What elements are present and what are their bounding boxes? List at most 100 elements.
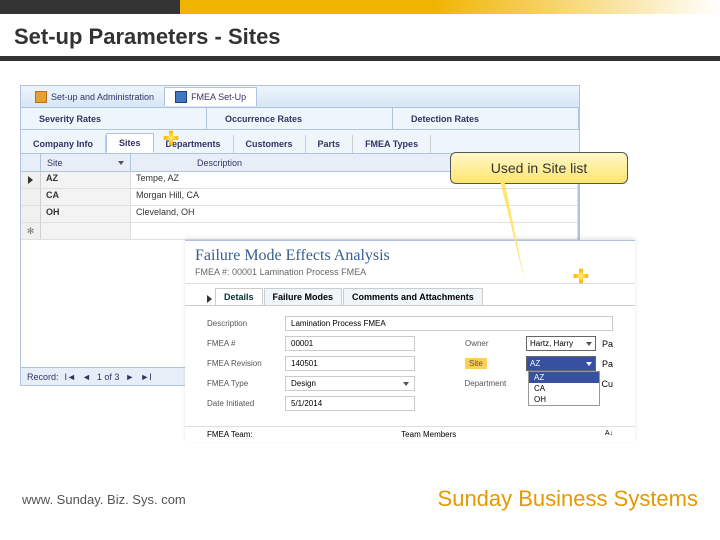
row-marker[interactable]	[21, 172, 41, 188]
cell-site-code[interactable]: AZ	[41, 172, 131, 188]
fmea-detail-window: Failure Mode Effects Analysis FMEA #: 00…	[185, 240, 635, 442]
tab-setup-admin[interactable]: Set-up and Administration	[25, 88, 164, 106]
highlight-sparkle-icon	[570, 265, 592, 287]
row-selector-header	[21, 154, 41, 171]
chevron-down-icon	[403, 382, 409, 386]
site-group: Site AZ Pa	[465, 356, 613, 371]
page-title: Set-up Parameters - Sites	[14, 24, 281, 50]
dept-label: Department	[464, 379, 519, 388]
site-dropdown-list[interactable]: AZ CA OH	[528, 371, 600, 406]
tab-detection[interactable]: Detection Rates	[393, 108, 579, 129]
dropdown-option[interactable]: OH	[529, 394, 599, 405]
type-label: FMEA Type	[207, 379, 277, 388]
pa-trimmed-label: Pa	[602, 339, 613, 349]
fmea-num-label: FMEA #	[207, 339, 277, 348]
cell-site-code[interactable]: OH	[41, 206, 131, 222]
title-underline	[0, 56, 720, 61]
revision-input[interactable]: 140501	[285, 356, 415, 371]
row-marker[interactable]	[21, 189, 41, 205]
slide-top-stripe	[0, 0, 720, 14]
cu-trimmed-label: Cu	[601, 379, 613, 389]
tab-company-info[interactable]: Company Info	[21, 135, 106, 153]
footer-brand: Sunday Business Systems	[438, 486, 698, 512]
details-panel: Description Lamination Process FMEA FMEA…	[185, 306, 635, 426]
site-select[interactable]: AZ	[526, 356, 596, 371]
owner-value: Hartz, Harry	[530, 339, 573, 348]
date-input[interactable]: 5/1/2014	[285, 396, 415, 411]
tab-failure-modes[interactable]: Failure Modes	[264, 288, 343, 305]
team-col-header: Team Members	[401, 430, 456, 439]
footer-url: www. Sunday. Biz. Sys. com	[22, 492, 186, 507]
field-row-number: FMEA # 00001 Owner Hartz, Harry Pa	[207, 336, 613, 351]
chevron-down-icon	[586, 362, 592, 366]
date-label: Date Initiated	[207, 399, 277, 408]
sort-az-icon[interactable]: A↓	[605, 430, 613, 439]
nav-prev-icon[interactable]: ◄	[82, 372, 91, 382]
col-description-label: Description	[197, 158, 242, 168]
col-site[interactable]: Site	[41, 154, 131, 171]
table-row-new[interactable]: ✻	[21, 223, 578, 240]
chevron-down-icon	[586, 342, 592, 346]
tab-severity[interactable]: Severity Rates	[21, 108, 207, 129]
nav-last-icon[interactable]: ►I	[140, 372, 151, 382]
site-label: Site	[465, 359, 520, 368]
callout-bubble: Used in Site list	[450, 152, 628, 184]
type-select[interactable]: Design	[285, 376, 415, 391]
setup-subtabs: Company Info Sites Departments Customers…	[21, 130, 579, 154]
owner-label: Owner	[465, 339, 520, 348]
current-row-icon	[28, 176, 33, 184]
tab-customers[interactable]: Customers	[234, 135, 306, 153]
type-value: Design	[291, 379, 316, 388]
tab-fmea-types[interactable]: FMEA Types	[353, 135, 431, 153]
fmea-icon	[175, 91, 187, 103]
admin-icon	[35, 91, 47, 103]
team-section: FMEA Team: Team Members A↓	[185, 426, 635, 442]
fmea-tabs: Details Failure Modes Comments and Attac…	[185, 284, 635, 306]
fmea-subtitle: FMEA #: 00001 Lamination Process FMEA	[185, 267, 635, 284]
cell-site-desc-empty[interactable]	[131, 223, 578, 239]
tab-parts[interactable]: Parts	[306, 135, 354, 153]
tab-details[interactable]: Details	[215, 288, 263, 305]
record-label: Record:	[27, 372, 59, 382]
cell-site-desc[interactable]: Morgan Hill, CA	[131, 189, 578, 205]
nav-first-icon[interactable]: I◄	[65, 372, 76, 382]
tab-comments[interactable]: Comments and Attachments	[343, 288, 483, 305]
dropdown-option[interactable]: CA	[529, 383, 599, 394]
record-pointer-icon	[207, 295, 212, 303]
cell-site-code[interactable]: CA	[41, 189, 131, 205]
col-site-label: Site	[47, 158, 63, 168]
row-marker[interactable]	[21, 206, 41, 222]
tab-occurrence[interactable]: Occurrence Rates	[207, 108, 393, 129]
sort-arrow-icon	[118, 161, 124, 165]
field-row-description: Description Lamination Process FMEA	[207, 316, 613, 331]
nav-next-icon[interactable]: ►	[125, 372, 134, 382]
site-value: AZ	[530, 359, 540, 368]
field-row-revision: FMEA Revision 140501 Site AZ Pa	[207, 356, 613, 371]
fmea-window-title: Failure Mode Effects Analysis	[185, 241, 635, 267]
row-marker[interactable]: ✻	[21, 223, 41, 239]
owner-group: Owner Hartz, Harry Pa	[465, 336, 613, 351]
breadcrumb-tabs: Set-up and Administration FMEA Set-Up	[21, 86, 579, 108]
tab-sites[interactable]: Sites	[106, 133, 154, 153]
team-label: FMEA Team:	[207, 430, 253, 439]
cell-site-code-empty[interactable]	[41, 223, 131, 239]
owner-select[interactable]: Hartz, Harry	[526, 336, 596, 351]
revision-label: FMEA Revision	[207, 359, 277, 368]
table-row[interactable]: CA Morgan Hill, CA	[21, 189, 578, 206]
rate-tabs: Severity Rates Occurrence Rates Detectio…	[21, 108, 579, 130]
tab-setup-admin-label: Set-up and Administration	[51, 92, 154, 102]
slide-footer: www. Sunday. Biz. Sys. com Sunday Busine…	[0, 486, 720, 512]
fmea-sub-label: FMEA #:	[195, 267, 230, 277]
table-row[interactable]: OH Cleveland, OH	[21, 206, 578, 223]
description-input[interactable]: Lamination Process FMEA	[285, 316, 613, 331]
tab-fmea-setup-label: FMEA Set-Up	[191, 92, 246, 102]
highlight-sparkle-icon	[160, 127, 182, 149]
content-area: Set-up and Administration FMEA Set-Up Se…	[20, 85, 580, 405]
dropdown-option[interactable]: AZ	[529, 372, 599, 383]
fmea-num-input[interactable]: 00001	[285, 336, 415, 351]
fmea-sub-num: 00001	[232, 267, 257, 277]
record-position: 1 of 3	[97, 372, 120, 382]
fmea-sub-name: Lamination Process FMEA	[260, 267, 367, 277]
tab-fmea-setup[interactable]: FMEA Set-Up	[164, 87, 257, 106]
site-label-text: Site	[465, 358, 487, 369]
